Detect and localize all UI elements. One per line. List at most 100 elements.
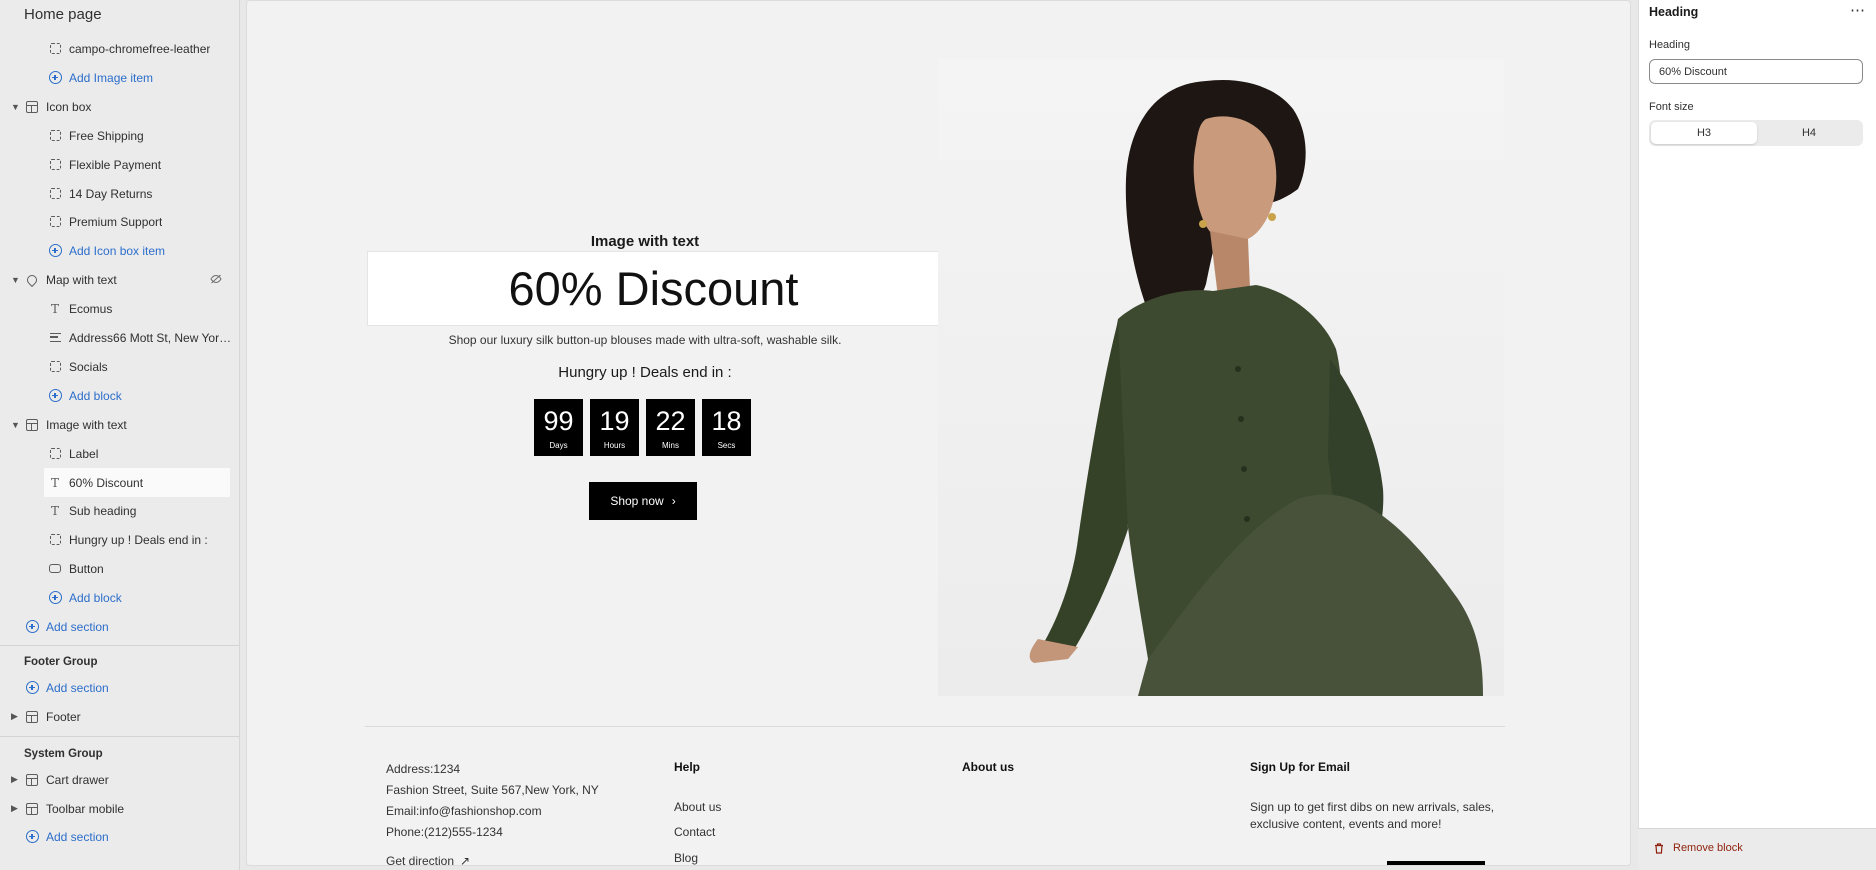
- button-icon: [48, 562, 62, 576]
- block-item-ecomus[interactable]: T Ecomus: [0, 294, 239, 323]
- shop-now-button[interactable]: Shop now ›: [589, 482, 697, 520]
- add-button-add-icon-box-item[interactable]: Add Icon box item: [0, 236, 239, 265]
- block-item-button[interactable]: Button: [0, 554, 239, 583]
- row-label: Add section: [46, 619, 109, 634]
- chevron-right-icon[interactable]: ▶: [11, 803, 18, 814]
- image-text-icon: [25, 418, 39, 432]
- sidebar-title: Home page: [24, 5, 102, 23]
- countdown-days: 99 Days: [534, 399, 583, 456]
- row-label: Add Icon box item: [69, 243, 166, 258]
- row-label: Ecomus: [69, 301, 113, 316]
- block-item-60-discount[interactable]: T 60% Discount: [44, 468, 230, 497]
- row-label: Add block: [69, 590, 122, 605]
- block-item-free-shipping[interactable]: Free Shipping: [0, 121, 239, 150]
- sidebar: Home page campo-chromefree-leather Add Im…: [0, 0, 240, 870]
- font-size-label: Font size: [1649, 101, 1694, 113]
- section-item-icon-box[interactable]: ▼ Icon box: [0, 92, 239, 121]
- font-size-h4-option[interactable]: H4: [1757, 122, 1861, 144]
- heading-field-label: Heading: [1649, 39, 1690, 51]
- row-label: Premium Support: [69, 214, 163, 229]
- add-button-add-block[interactable]: Add block: [0, 583, 239, 612]
- row-label: 14 Day Returns: [69, 186, 153, 201]
- signup-submit-button[interactable]: [1387, 861, 1485, 865]
- dashed-square-icon: [48, 360, 62, 374]
- cart-drawer-item[interactable]: ▶ Cart drawer: [0, 765, 239, 794]
- section-item-image-with-text[interactable]: ▼ Image with text: [0, 410, 239, 439]
- get-direction-link[interactable]: Get direction ↗: [386, 854, 471, 866]
- section-item-map-with-text[interactable]: ▼ Map with text: [0, 265, 239, 294]
- remove-block-button[interactable]: Remove block: [1654, 842, 1743, 854]
- text-icon: T: [50, 475, 59, 490]
- more-options-icon[interactable]: ⋯: [1850, 1, 1865, 19]
- footer-link-contact[interactable]: Contact: [674, 825, 715, 839]
- layout-icon: [25, 100, 39, 114]
- footer-link-about[interactable]: About us: [674, 800, 721, 814]
- add-button-add-image-item[interactable]: Add Image item: [0, 63, 239, 92]
- block-item-label[interactable]: Label: [0, 439, 239, 468]
- row-label: Address66 Mott St, New York, NY: [69, 330, 234, 345]
- footer-signup-text: exclusive content, events and more!: [1250, 817, 1442, 831]
- plus-circle-icon: [48, 591, 62, 605]
- row-label: Button: [69, 561, 104, 576]
- dashed-square-icon: [48, 42, 62, 56]
- chevron-right-icon[interactable]: ▶: [11, 711, 18, 722]
- dashed-square-icon: [48, 215, 62, 229]
- block-item-sub-heading[interactable]: T Sub heading: [0, 496, 239, 525]
- system-add-section-button[interactable]: Add section: [0, 822, 239, 851]
- plus-circle-icon: [48, 71, 62, 85]
- plus-circle-icon: [48, 389, 62, 403]
- dashed-square-icon: [48, 129, 62, 143]
- heading-text[interactable]: 60% Discount: [367, 251, 940, 326]
- divider: [0, 645, 239, 646]
- plus-circle-icon: [25, 620, 39, 634]
- system-group-label: System Group: [24, 748, 103, 760]
- row-label: Sub heading: [69, 503, 137, 518]
- row-label: Socials: [69, 359, 108, 374]
- toolbar-mobile-item[interactable]: ▶ Toolbar mobile: [0, 794, 239, 823]
- chevron-down-icon[interactable]: ▼: [11, 275, 20, 285]
- footer-section-item[interactable]: ▶ Footer: [0, 702, 239, 731]
- sub-heading: Shop our luxury silk button-up blouses m…: [448, 333, 842, 347]
- footer-phone: Phone:(212)555-1234: [386, 825, 503, 839]
- panel-title: Heading: [1649, 5, 1699, 19]
- block-item-campo-chromefree-leather[interactable]: campo-chromefree-leather: [0, 34, 239, 63]
- trash-icon: [1655, 842, 1663, 854]
- eye-off-icon[interactable]: [210, 273, 222, 287]
- block-item-premium-support[interactable]: Premium Support: [0, 207, 239, 236]
- text-icon: T: [50, 301, 59, 316]
- row-label: Image with text: [46, 417, 127, 432]
- arrow-up-right-icon: ↗: [460, 854, 471, 866]
- font-size-h3-option[interactable]: H3: [1651, 122, 1757, 144]
- text-icon: T: [50, 503, 59, 518]
- dashed-square-icon: [48, 447, 62, 461]
- row-label: Icon box: [46, 99, 92, 114]
- chevron-down-icon[interactable]: ▼: [11, 102, 20, 112]
- chevron-down-icon[interactable]: ▼: [11, 420, 20, 430]
- section-label: Image with text: [590, 233, 700, 250]
- deal-text: Hungry up ! Deals end in :: [558, 364, 732, 381]
- row-label: Add block: [69, 388, 122, 403]
- footer-signup-title: Sign Up for Email: [1250, 760, 1351, 774]
- block-item-14-day-returns[interactable]: 14 Day Returns: [0, 179, 239, 208]
- map-pin-icon: [24, 272, 40, 287]
- add-button-add-block[interactable]: Add block: [0, 381, 239, 410]
- panel-footer: Remove block: [1638, 828, 1876, 870]
- row-label: Flexible Payment: [69, 157, 162, 172]
- footer-add-section-button[interactable]: Add section: [0, 673, 239, 702]
- add-button-add-section[interactable]: Add section: [0, 612, 239, 641]
- heading-input[interactable]: [1649, 59, 1863, 84]
- footer-link-blog[interactable]: Blog: [674, 851, 698, 865]
- preview-canvas: Image with text 60% Discount Shop our lu…: [246, 0, 1631, 866]
- countdown-mins: 22 Mins: [646, 399, 695, 456]
- block-item-address66-mott-st-new-york-ny[interactable]: Address66 Mott St, New York, NY: [0, 323, 239, 352]
- dashed-square-icon: [48, 187, 62, 201]
- block-item-flexible-payment[interactable]: Flexible Payment: [0, 150, 239, 179]
- dashed-square-icon: [48, 533, 62, 547]
- footer-divider: [365, 726, 1505, 727]
- row-label: Free Shipping: [69, 128, 144, 143]
- block-item-socials[interactable]: Socials: [0, 352, 239, 381]
- model-photo: [938, 59, 1504, 696]
- footer-email: Email:info@fashionshop.com: [386, 804, 542, 818]
- block-item-hungry-up-deals-end-in[interactable]: Hungry up ! Deals end in :: [0, 525, 239, 554]
- chevron-right-icon[interactable]: ▶: [11, 774, 18, 785]
